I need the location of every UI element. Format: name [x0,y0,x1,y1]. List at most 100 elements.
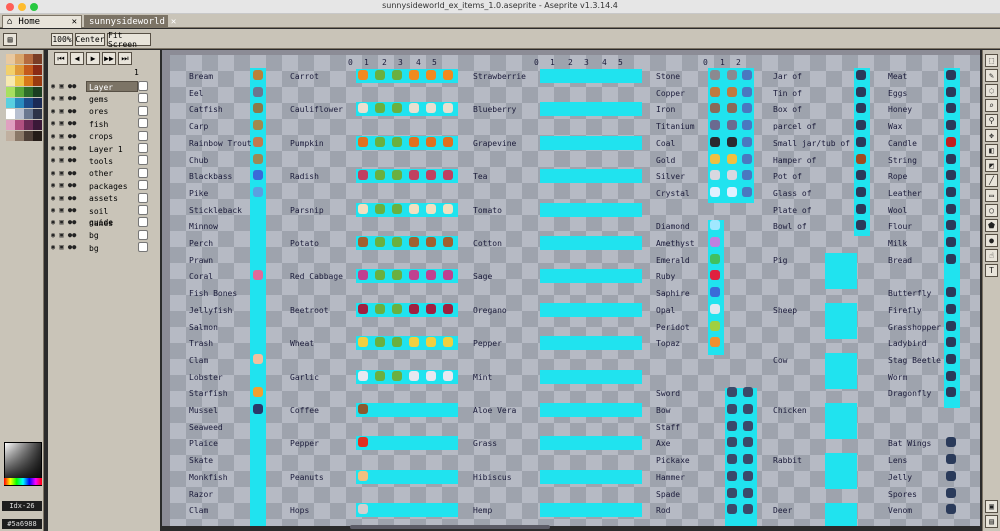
layer-visibility-icons[interactable]: ◉ ▣ ●● [48,82,86,90]
zoom-icon[interactable]: ⚲ [985,114,998,127]
layer-cel[interactable] [138,180,148,191]
eraser-icon[interactable]: ◌ [985,84,998,97]
layer-cel[interactable] [138,205,148,215]
layer-cel[interactable] [138,229,148,240]
layer-row[interactable]: ◉ ▣ ●● bg [48,229,160,241]
layer-name[interactable]: fish [86,118,138,129]
palette-swatch[interactable] [6,109,15,119]
layer-name[interactable]: assets [86,192,138,203]
horizontal-scrollbar[interactable] [350,525,550,529]
palette-swatch[interactable] [15,65,24,75]
tab-sunnysideworld[interactable]: sunnysideworld ✕ [84,15,176,28]
tab-home[interactable]: ⌂ Home ✕ [2,15,82,28]
layer-cel[interactable] [138,81,148,91]
layer-cel[interactable] [138,242,148,253]
ellipse-icon[interactable]: ◯ [985,204,998,217]
palette-swatch[interactable] [15,76,24,86]
layer-row[interactable]: ◉ ▣ ●● names [48,216,160,228]
layer-row[interactable]: ◉ ▣ ●● assets [48,192,160,204]
palette-swatch[interactable] [15,98,24,108]
frame-number[interactable]: 1 [134,68,139,77]
layer-name[interactable]: crops [86,130,138,141]
palette-swatch[interactable] [15,87,24,97]
layer-visibility-icons[interactable]: ◉ ▣ ●● [48,107,86,115]
layer-row[interactable]: ◉ ▣ ●● other [48,167,160,179]
palette-swatch[interactable] [15,54,24,64]
gradient-icon[interactable]: ◩ [985,159,998,172]
layer-row[interactable]: ◉ ▣ ●● soil guide [48,204,160,227]
palette-swatch[interactable] [24,120,33,130]
center-button[interactable]: Center [75,33,105,46]
hue-slider[interactable] [4,478,42,485]
preview-icon[interactable]: ▣ [985,500,998,513]
palette-swatch[interactable] [33,65,42,75]
palette-swatch[interactable] [24,54,33,64]
fill-icon[interactable]: ◧ [985,144,998,157]
play-button[interactable]: ▶ [86,52,100,65]
layer-visibility-icons[interactable]: ◉ ▣ ●● [48,218,86,226]
layer-name[interactable]: Layer 1 [86,143,138,154]
eyedropper-icon[interactable]: ⌕ [985,99,998,112]
palette-swatch[interactable] [6,98,15,108]
layer-cel[interactable] [138,93,148,104]
layer-row[interactable]: ◉ ▣ ●● gems [48,92,160,104]
layer-visibility-icons[interactable]: ◉ ▣ ●● [48,156,86,164]
close-tab-icon[interactable]: ✕ [171,17,176,27]
menu-icon[interactable]: ▤ [3,33,17,46]
timeline-icon[interactable]: ▤ [985,515,998,528]
layer-name[interactable]: soil guide [86,205,138,227]
layer-visibility-icons[interactable]: ◉ ▣ ●● [48,169,86,177]
layer-row[interactable]: ◉ ▣ ●● packages [48,179,160,191]
first-frame-button[interactable]: ⏮ [54,52,68,65]
palette-swatch[interactable] [24,87,33,97]
layer-visibility-icons[interactable]: ◉ ▣ ●● [48,119,86,127]
palette-swatch[interactable] [6,76,15,86]
close-tab-icon[interactable]: ✕ [72,17,77,27]
layer-visibility-icons[interactable]: ◉ ▣ ●● [48,194,86,202]
palette-swatch[interactable] [33,131,42,141]
layer-row[interactable]: ◉ ▣ ●● crops [48,130,160,142]
layer-name[interactable]: gems [86,93,138,104]
rectangle-icon[interactable]: ▭ [985,189,998,202]
palette-swatch[interactable] [24,98,33,108]
fit-screen-button[interactable]: Fit Screen [107,31,151,49]
palette-swatch[interactable] [33,98,42,108]
palette-swatch[interactable] [6,54,15,64]
palette-swatch[interactable] [6,87,15,97]
palette-swatch[interactable] [33,76,42,86]
smudge-icon[interactable]: ☝ [985,249,998,262]
palette-swatch[interactable] [24,131,33,141]
palette-swatch[interactable] [15,109,24,119]
palette-swatch[interactable] [24,65,33,75]
next-frame-button[interactable]: ▶▶ [102,52,116,65]
layer-name[interactable]: other [86,167,138,178]
layer-visibility-icons[interactable]: ◉ ▣ ●● [48,231,86,239]
layer-name[interactable]: bg [86,242,138,253]
layer-name[interactable]: packages [86,180,138,191]
layer-cel[interactable] [138,118,148,129]
layer-cel[interactable] [138,192,148,203]
layer-name[interactable]: ores [86,105,138,116]
palette-swatch[interactable] [6,131,15,141]
palette-swatch[interactable] [6,120,15,130]
layer-cel[interactable] [138,217,148,228]
layer-row[interactable]: ◉ ▣ ●● Layer 1 [48,142,160,154]
palette-swatch[interactable] [15,120,24,130]
prev-frame-button[interactable]: ◀ [70,52,84,65]
sprite-canvas[interactable]: 0 1 2 3 4 5 0 1 2 3 4 5 0 1 2 Bream Eel Catfish Carp Rainbo… [170,55,980,526]
layer-cel[interactable] [138,155,148,166]
layer-visibility-icons[interactable]: ◉ ▣ ●● [48,206,86,214]
zoom-100-button[interactable]: 100% [51,33,73,46]
layer-row[interactable]: ◉ ▣ ●● fish [48,117,160,129]
layer-row[interactable]: ◉ ▣ ●● bg [48,241,160,253]
palette-swatch[interactable] [6,65,15,75]
pencil-icon[interactable]: ✎ [985,69,998,82]
layer-cel[interactable] [138,167,148,178]
palette-swatch[interactable] [24,109,33,119]
layer-visibility-icons[interactable]: ◉ ▣ ●● [48,243,86,251]
palette-swatch[interactable] [33,120,42,130]
canvas-viewport[interactable]: 0 1 2 3 4 5 0 1 2 3 4 5 0 1 2 Bream Eel Catfish Carp Rainbo… [162,50,980,526]
move-icon[interactable]: ✥ [985,129,998,142]
layer-name[interactable]: names [86,217,138,228]
layer-cel[interactable] [138,130,148,141]
